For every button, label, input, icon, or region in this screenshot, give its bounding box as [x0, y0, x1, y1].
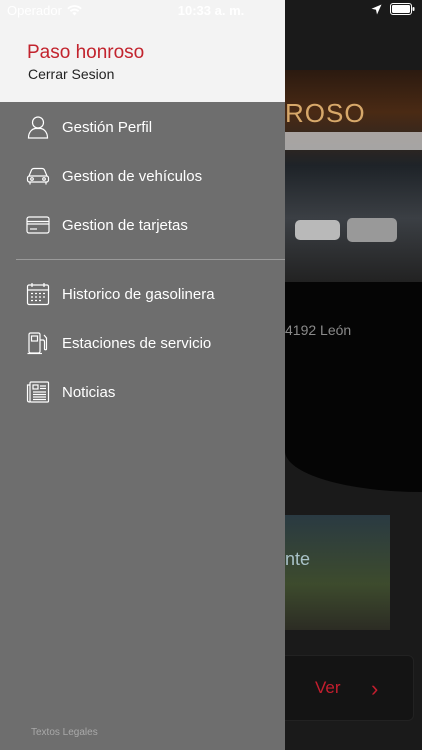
- menu-item-label: Gestion de vehículos: [62, 167, 203, 185]
- station-sign: ROSO: [285, 98, 366, 128]
- clock: 10:33 a. m.: [177, 3, 245, 18]
- menu-item-vehicles[interactable]: Gestion de vehículos: [0, 154, 285, 198]
- station-info-panel: [285, 282, 422, 492]
- menu-item-label: Estaciones de servicio: [62, 334, 212, 352]
- ver-label: Ver: [315, 678, 341, 697]
- car-shape: [295, 220, 340, 240]
- menu-item-label: Historico de gasolinera: [62, 285, 215, 303]
- fuel-pump-icon: [25, 330, 51, 356]
- station-address: 4192 León: [285, 322, 352, 338]
- menu-item-cards[interactable]: Gestion de tarjetas: [0, 203, 285, 247]
- menu-item-stations[interactable]: Estaciones de servicio: [0, 321, 285, 365]
- side-drawer: Paso honroso Cerrar Sesion Gestión Perfi…: [0, 0, 285, 750]
- ver-button[interactable]: Ver ›: [285, 655, 414, 721]
- menu-divider: [16, 259, 285, 260]
- location-arrow-icon: [371, 4, 382, 15]
- station-photo: ROSO: [285, 70, 422, 282]
- chevron-right-icon: ›: [371, 676, 379, 701]
- promo-text: nte: [285, 549, 311, 569]
- brand-title: Paso honroso: [27, 42, 145, 63]
- menu-item-label: Gestión Perfil: [62, 118, 153, 136]
- menu-item-history[interactable]: Historico de gasolinera: [0, 272, 285, 316]
- legal-texts-link[interactable]: Textos Legales: [31, 727, 98, 738]
- menu-item-label: Noticias: [62, 383, 116, 401]
- newspaper-icon: [25, 379, 51, 405]
- menu-item-news[interactable]: Noticias: [0, 370, 285, 414]
- calendar-icon: [25, 281, 51, 307]
- car-icon: [25, 163, 51, 189]
- user-icon: [25, 114, 51, 140]
- car-shape: [347, 218, 397, 242]
- logout-link[interactable]: Cerrar Sesion: [28, 66, 114, 82]
- menu-item-label: Gestion de tarjetas: [62, 216, 188, 234]
- station-canopy: [285, 132, 422, 150]
- battery-icon: [390, 3, 415, 15]
- menu-item-profile[interactable]: Gestión Perfil: [0, 105, 285, 149]
- credit-card-icon: [25, 212, 51, 238]
- promo-card[interactable]: nte: [285, 515, 390, 630]
- status-bar: Operador 10:33 a. m.: [0, 0, 422, 22]
